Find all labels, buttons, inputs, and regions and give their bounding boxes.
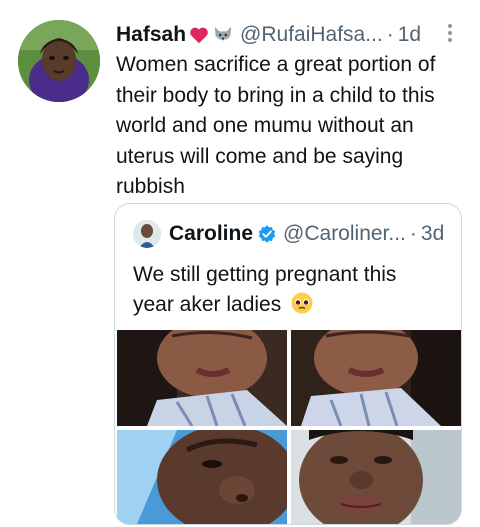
quoted-tweet-header: Caroline @Caroliner... · 3d: [133, 220, 444, 248]
media-grid: [115, 328, 461, 524]
quoted-tweet-text: We still getting pregnant this year aker…: [133, 260, 443, 320]
pleading-face-icon: [291, 292, 313, 314]
quoted-tweet-card[interactable]: Caroline @Caroliner... · 3d We still get…: [114, 203, 462, 525]
tweet-header: Hafsah @RufaiHafsa... · 1d: [116, 18, 466, 52]
author-name[interactable]: Hafsah: [116, 23, 186, 47]
separator-dot: ·: [386, 23, 394, 46]
media-image-1[interactable]: [117, 330, 287, 426]
media-image-3[interactable]: [117, 430, 287, 524]
quoted-author-name[interactable]: Caroline: [169, 222, 253, 246]
tweet-timestamp[interactable]: 1d: [398, 23, 421, 47]
tweet-text: Women sacrifice a great portion of their…: [116, 53, 436, 198]
wolf-face-icon: [214, 26, 232, 43]
author-handle[interactable]: @RufaiHafsa...: [240, 23, 383, 47]
verified-badge-icon: [258, 225, 276, 243]
quoted-tweet-timestamp[interactable]: 3d: [421, 222, 444, 246]
media-image-4[interactable]: [291, 430, 461, 524]
red-heart-icon: [190, 27, 208, 44]
author-avatar[interactable]: [18, 20, 100, 102]
more-options-icon[interactable]: [443, 22, 457, 46]
quoted-tweet-text-body: We still getting pregnant this year aker…: [133, 263, 397, 316]
quoted-separator-dot: ·: [409, 222, 417, 245]
quoted-author-avatar[interactable]: [133, 220, 161, 248]
media-image-2[interactable]: [291, 330, 461, 426]
quoted-author-handle[interactable]: @Caroliner...: [283, 222, 406, 246]
